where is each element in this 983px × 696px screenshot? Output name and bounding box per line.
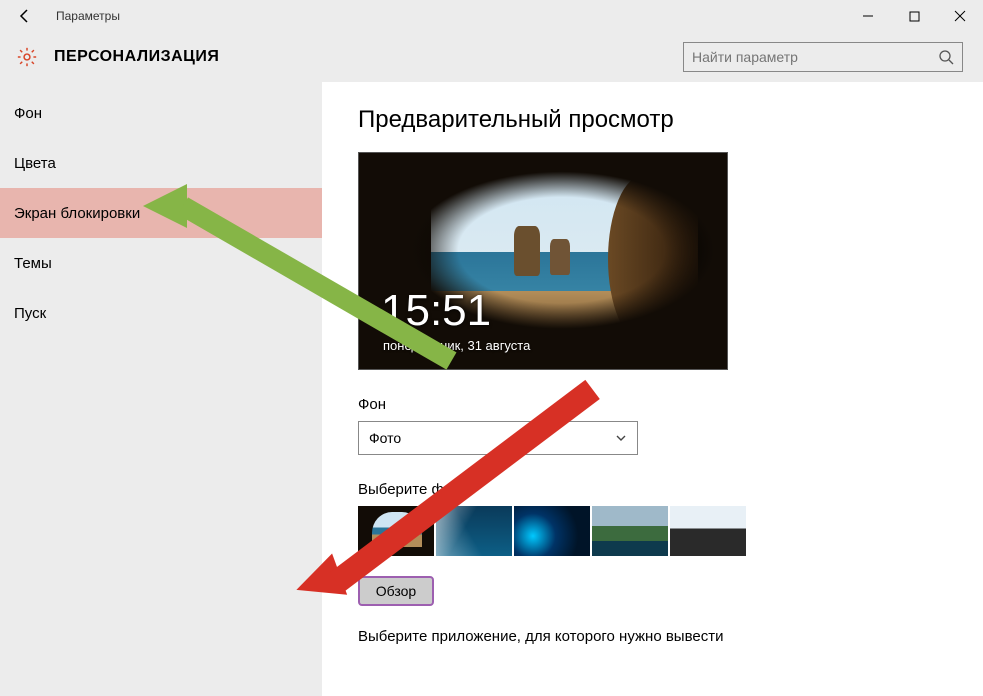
sidebar-item-background[interactable]: Фон [0, 88, 322, 138]
preview-date: понедельник, 31 августа [383, 338, 530, 353]
gear-icon [16, 46, 38, 68]
background-dropdown[interactable]: Фото [358, 421, 638, 455]
photo-thumbnails [358, 506, 983, 556]
content-pane: Предварительный просмотр 15:51 понедельн… [322, 82, 983, 696]
preview-heading: Предварительный просмотр [358, 106, 983, 134]
close-button[interactable] [937, 0, 983, 32]
sidebar: Фон Цвета Экран блокировки Темы Пуск [0, 82, 322, 696]
search-icon [938, 49, 954, 65]
chevron-down-icon [615, 432, 627, 444]
window-title: Параметры [56, 9, 120, 23]
close-icon [954, 10, 966, 22]
minimize-button[interactable] [845, 0, 891, 32]
sidebar-item-lockscreen[interactable]: Экран блокировки [0, 188, 322, 238]
background-label: Фон [358, 396, 983, 413]
sidebar-item-start[interactable]: Пуск [0, 288, 322, 338]
maximize-icon [909, 11, 920, 22]
photo-thumb-4[interactable] [592, 506, 668, 556]
sidebar-item-label: Фон [14, 105, 42, 122]
photo-thumb-5[interactable] [670, 506, 746, 556]
search-input[interactable] [692, 49, 938, 65]
sidebar-item-label: Пуск [14, 305, 46, 322]
dropdown-value: Фото [369, 430, 401, 446]
sidebar-item-label: Экран блокировки [14, 205, 140, 222]
minimize-icon [862, 10, 874, 22]
photo-thumb-1[interactable] [358, 506, 434, 556]
sidebar-item-colors[interactable]: Цвета [0, 138, 322, 188]
choose-photo-label: Выберите фото [358, 481, 983, 498]
photo-thumb-2[interactable] [436, 506, 512, 556]
photo-thumb-3[interactable] [514, 506, 590, 556]
title-bar: Параметры [0, 0, 983, 32]
preview-time: 15:51 [381, 289, 491, 333]
browse-button[interactable]: Обзор [358, 576, 434, 606]
arrow-left-icon [17, 8, 33, 24]
search-box[interactable] [683, 42, 963, 72]
sidebar-item-label: Цвета [14, 155, 56, 172]
app-prompt-text: Выберите приложение, для которого нужно … [358, 628, 983, 645]
sidebar-item-themes[interactable]: Темы [0, 238, 322, 288]
back-button[interactable] [12, 3, 38, 29]
page-header: ПЕРСОНАЛИЗАЦИЯ [0, 32, 983, 82]
page-title: ПЕРСОНАЛИЗАЦИЯ [54, 48, 219, 66]
maximize-button[interactable] [891, 0, 937, 32]
browse-label: Обзор [376, 583, 416, 599]
lockscreen-preview: 15:51 понедельник, 31 августа [358, 152, 728, 370]
sidebar-item-label: Темы [14, 255, 52, 272]
